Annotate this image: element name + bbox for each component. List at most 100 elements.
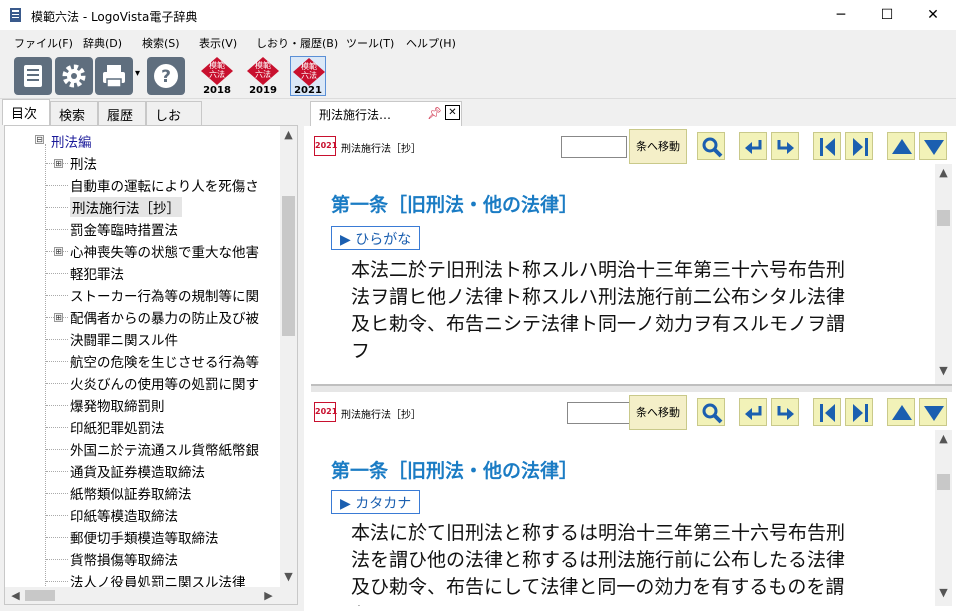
tree-item[interactable]: 罰金等臨時措置法 [70,219,178,239]
scroll-up-icon [892,405,912,420]
tree-item[interactable]: 自動車の運転により人を死傷さ [70,175,259,195]
menu-file[interactable]: ファイル(F) [14,35,73,51]
dictionary-2018-button[interactable]: 模範 六法 2018 [199,56,235,96]
scroll-up-button[interactable] [887,132,915,160]
menu-search[interactable]: 検索(S) [142,35,180,51]
tab-contents[interactable]: 目次 [2,99,50,125]
back-button[interactable] [739,132,767,160]
menu-bookmarks-history[interactable]: しおり・履歴(B) [256,35,338,51]
expand-icon[interactable]: ⊞ [54,313,63,322]
tab-search[interactable]: 検索 [50,101,98,125]
tree-item[interactable]: 印紙等模造取締法 [70,505,178,525]
scroll-up-arrow[interactable]: ▲ [935,166,952,179]
prev-article-button[interactable] [813,132,841,160]
tree-item[interactable]: 決闘罪ニ関スル件 [70,329,178,349]
scroll-down-icon [924,140,944,155]
tree-item[interactable]: 軽犯罪法 [70,263,124,283]
tree-vertical-scrollbar[interactable]: ▲ ▼ [280,126,297,588]
katakana-toggle-button[interactable]: ▶ カタカナ [331,490,421,514]
scroll-thumb[interactable] [937,474,950,490]
h-scroll-thumb[interactable] [25,590,55,601]
goto-article-button[interactable]: 条へ移動 [629,395,687,430]
pane-lower-scrollbar[interactable]: ▲ ▼ [935,430,952,606]
tab-bookmarks[interactable]: しおり [146,101,202,143]
search-button[interactable] [697,398,725,426]
scroll-left-arrow[interactable]: ◀ [7,589,24,602]
next-article-button[interactable] [845,398,873,426]
help-icon: ? [154,64,178,88]
menu-help[interactable]: ヘルプ(H) [406,35,456,51]
tree-item[interactable]: 配偶者からの暴力の防止及び被 [70,307,259,327]
document-tab[interactable]: 刑法施行法… 📌︎ ✕ [310,101,462,126]
tree-item[interactable]: 紙幣類似証券取締法 [70,483,192,503]
minimize-button[interactable]: ─ [818,0,864,31]
pane-splitter[interactable] [311,384,952,392]
next-article-button[interactable] [845,132,873,160]
search-icon [702,403,723,424]
scroll-down-arrow[interactable]: ▼ [935,364,952,377]
scroll-down-button[interactable] [919,132,947,160]
expand-icon[interactable]: ⊞ [54,247,63,256]
scroll-up-button[interactable] [887,398,915,426]
tree-item[interactable]: ストーカー行為等の規制等に関 [70,285,259,305]
scroll-down-arrow[interactable]: ▼ [280,570,297,583]
tree-item[interactable]: 印紙犯罪処罰法 [70,417,165,437]
pane-toolbar-upper: 2021 刑法施行法［抄］ 条へ移動 [311,126,952,164]
tree-item[interactable]: 貨幣損傷等取締法 [70,549,178,569]
scroll-right-arrow[interactable]: ▶ [260,589,277,602]
dictionary-2021-button[interactable]: 模範 六法 2021 [290,56,326,96]
tree-horizontal-scrollbar[interactable]: ◀ ▶ [5,587,297,604]
maximize-button[interactable]: ☐ [864,0,910,31]
scroll-down-icon [924,406,944,421]
tree-item[interactable]: 刑法施行法［抄］ [70,197,182,217]
tree-item[interactable]: 心神喪失等の状態で重大な他害 [70,241,259,261]
hiragana-toggle-button[interactable]: ▶ ひらがな [331,226,421,250]
tree-root[interactable]: 刑法編 [51,131,92,151]
close-button[interactable]: ✕ [910,0,956,31]
tree-item[interactable]: 通貨及証券模造取締法 [70,461,205,481]
dict-2021-label-top: 模範 [301,62,317,71]
scroll-thumb[interactable] [937,210,950,226]
print-dropdown-arrow[interactable]: ▾ [135,68,140,79]
tab-history[interactable]: 履歴 [98,101,146,125]
dictionary-2019-button[interactable]: 模範 六法 2019 [245,56,281,96]
help-button[interactable]: ? [147,57,185,95]
menu-dictionary[interactable]: 辞典(D) [83,35,122,51]
menu-view[interactable]: 表示(V) [199,35,237,51]
edition-badge: 2021 [314,402,337,422]
print-button[interactable] [95,57,133,95]
tree-item[interactable]: 刑法 [70,153,97,173]
prev-article-button[interactable] [813,398,841,426]
dictionary-list-button[interactable] [14,57,52,95]
collapse-icon[interactable]: ⊟ [35,135,44,144]
scroll-thumb[interactable] [282,196,295,336]
scroll-up-arrow[interactable]: ▲ [280,128,297,141]
goto-article-button[interactable]: 条へ移動 [629,129,687,164]
article-text: 本法に於て旧刑法と称するは明治十三年第三十六号布告刑 法を謂ひ他の法律と称するは… [351,520,935,606]
article-text: 本法二於テ旧刑法ト称スルハ明治十三年第三十六号布告刑 法ヲ謂ヒ他ノ法律ト称スルハ… [351,257,941,365]
back-button[interactable] [739,398,767,426]
tree-item[interactable]: 火炎びんの使用等の処罰に関す [70,373,259,393]
pin-icon[interactable]: 📌︎ [427,106,442,120]
pane-doc-title: 刑法施行法［抄］ [341,410,421,421]
tree-item[interactable]: 航空の危険を生じさせる行為等 [70,351,259,371]
document-pane-upper: 2021 刑法施行法［抄］ 条へ移動 第一条［旧刑法・他の法律］ ▶ ひらがな … [311,126,952,384]
settings-button[interactable] [55,57,93,95]
scroll-down-button[interactable] [919,398,947,426]
expand-icon[interactable]: ⊞ [54,159,63,168]
search-button[interactable] [697,132,725,160]
tree-item[interactable]: 郵便切手類模造等取締法 [70,527,219,547]
tree-item[interactable]: 爆発物取締罰則 [70,395,165,415]
forward-button[interactable] [771,132,799,160]
pane-upper-scrollbar[interactable]: ▲ ▼ [935,164,952,384]
menu-tools[interactable]: ツール(T) [346,35,394,51]
scroll-down-arrow[interactable]: ▼ [935,586,952,599]
article-line: フ [351,340,371,362]
forward-button[interactable] [771,398,799,426]
article-number-input[interactable] [561,136,627,158]
forward-icon [777,140,794,154]
article-number-input[interactable] [567,402,633,424]
scroll-up-arrow[interactable]: ▲ [935,432,952,445]
tree-item[interactable]: 外国ニ於テ流通スル貨幣紙幣銀 [70,439,259,459]
close-tab-icon[interactable]: ✕ [445,105,460,120]
